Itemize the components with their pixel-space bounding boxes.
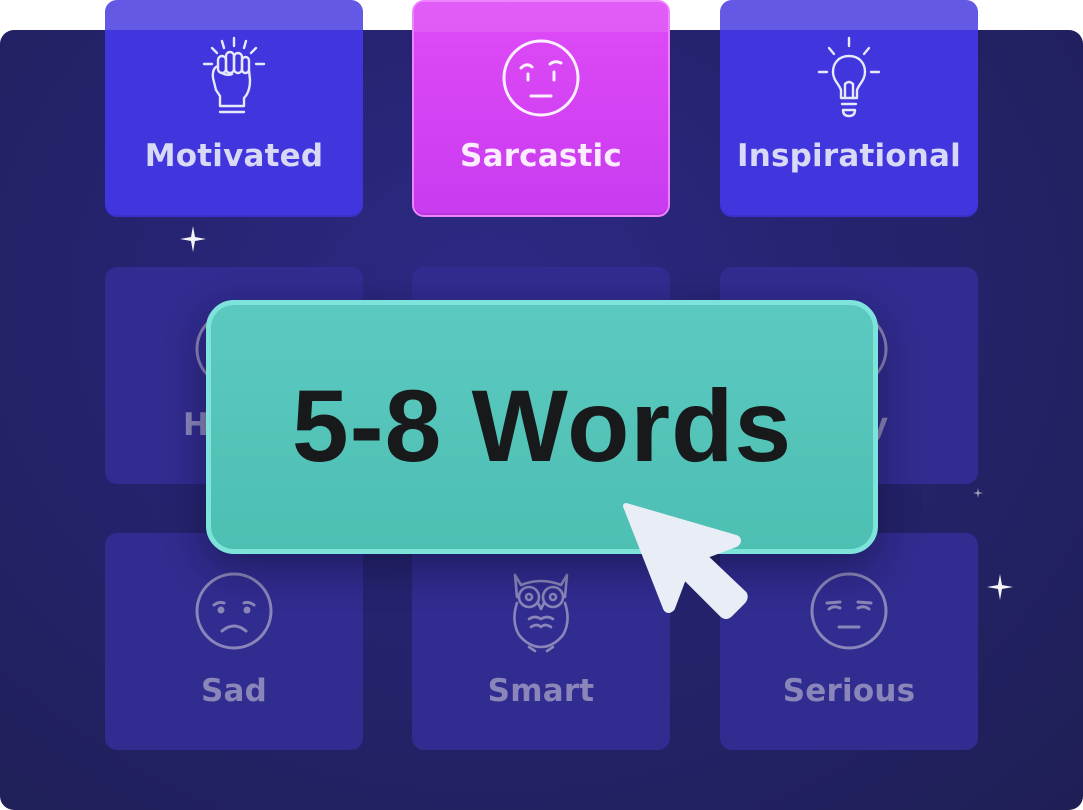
tone-label: Serious bbox=[782, 673, 916, 709]
serious-face-icon bbox=[810, 572, 888, 650]
lightbulb-icon bbox=[817, 36, 881, 118]
mouse-pointer-icon bbox=[623, 503, 748, 619]
sparkle-icon bbox=[973, 488, 983, 498]
tone-tile-sarcastic[interactable]: Sarcastic bbox=[412, 0, 670, 217]
tone-label: Sarcastic bbox=[460, 138, 622, 174]
tone-label: Smart bbox=[487, 673, 595, 709]
word-count-label: 5-8 Words bbox=[291, 369, 793, 483]
tone-label: Sad bbox=[200, 673, 268, 709]
tone-tile-motivated[interactable]: Motivated bbox=[105, 0, 363, 217]
tone-tile-serious[interactable]: Serious bbox=[720, 533, 978, 750]
tone-selector-illustration: Motivated Sarcastic Inspirational H y Sa… bbox=[0, 0, 1083, 810]
tone-tile-inspirational[interactable]: Inspirational bbox=[720, 0, 978, 217]
skeptical-face-icon bbox=[502, 39, 580, 117]
tone-label: Motivated bbox=[144, 138, 324, 174]
raised-fist-icon bbox=[202, 36, 266, 114]
tone-label: y bbox=[868, 407, 889, 443]
word-count-badge[interactable]: 5-8 Words bbox=[206, 300, 878, 554]
sparkle-icon bbox=[180, 226, 206, 252]
tone-tile-sad[interactable]: Sad bbox=[105, 533, 363, 750]
owl-icon bbox=[513, 573, 569, 653]
sparkle-icon bbox=[987, 574, 1013, 600]
tone-label: Inspirational bbox=[736, 138, 962, 174]
sad-face-icon bbox=[195, 572, 273, 650]
